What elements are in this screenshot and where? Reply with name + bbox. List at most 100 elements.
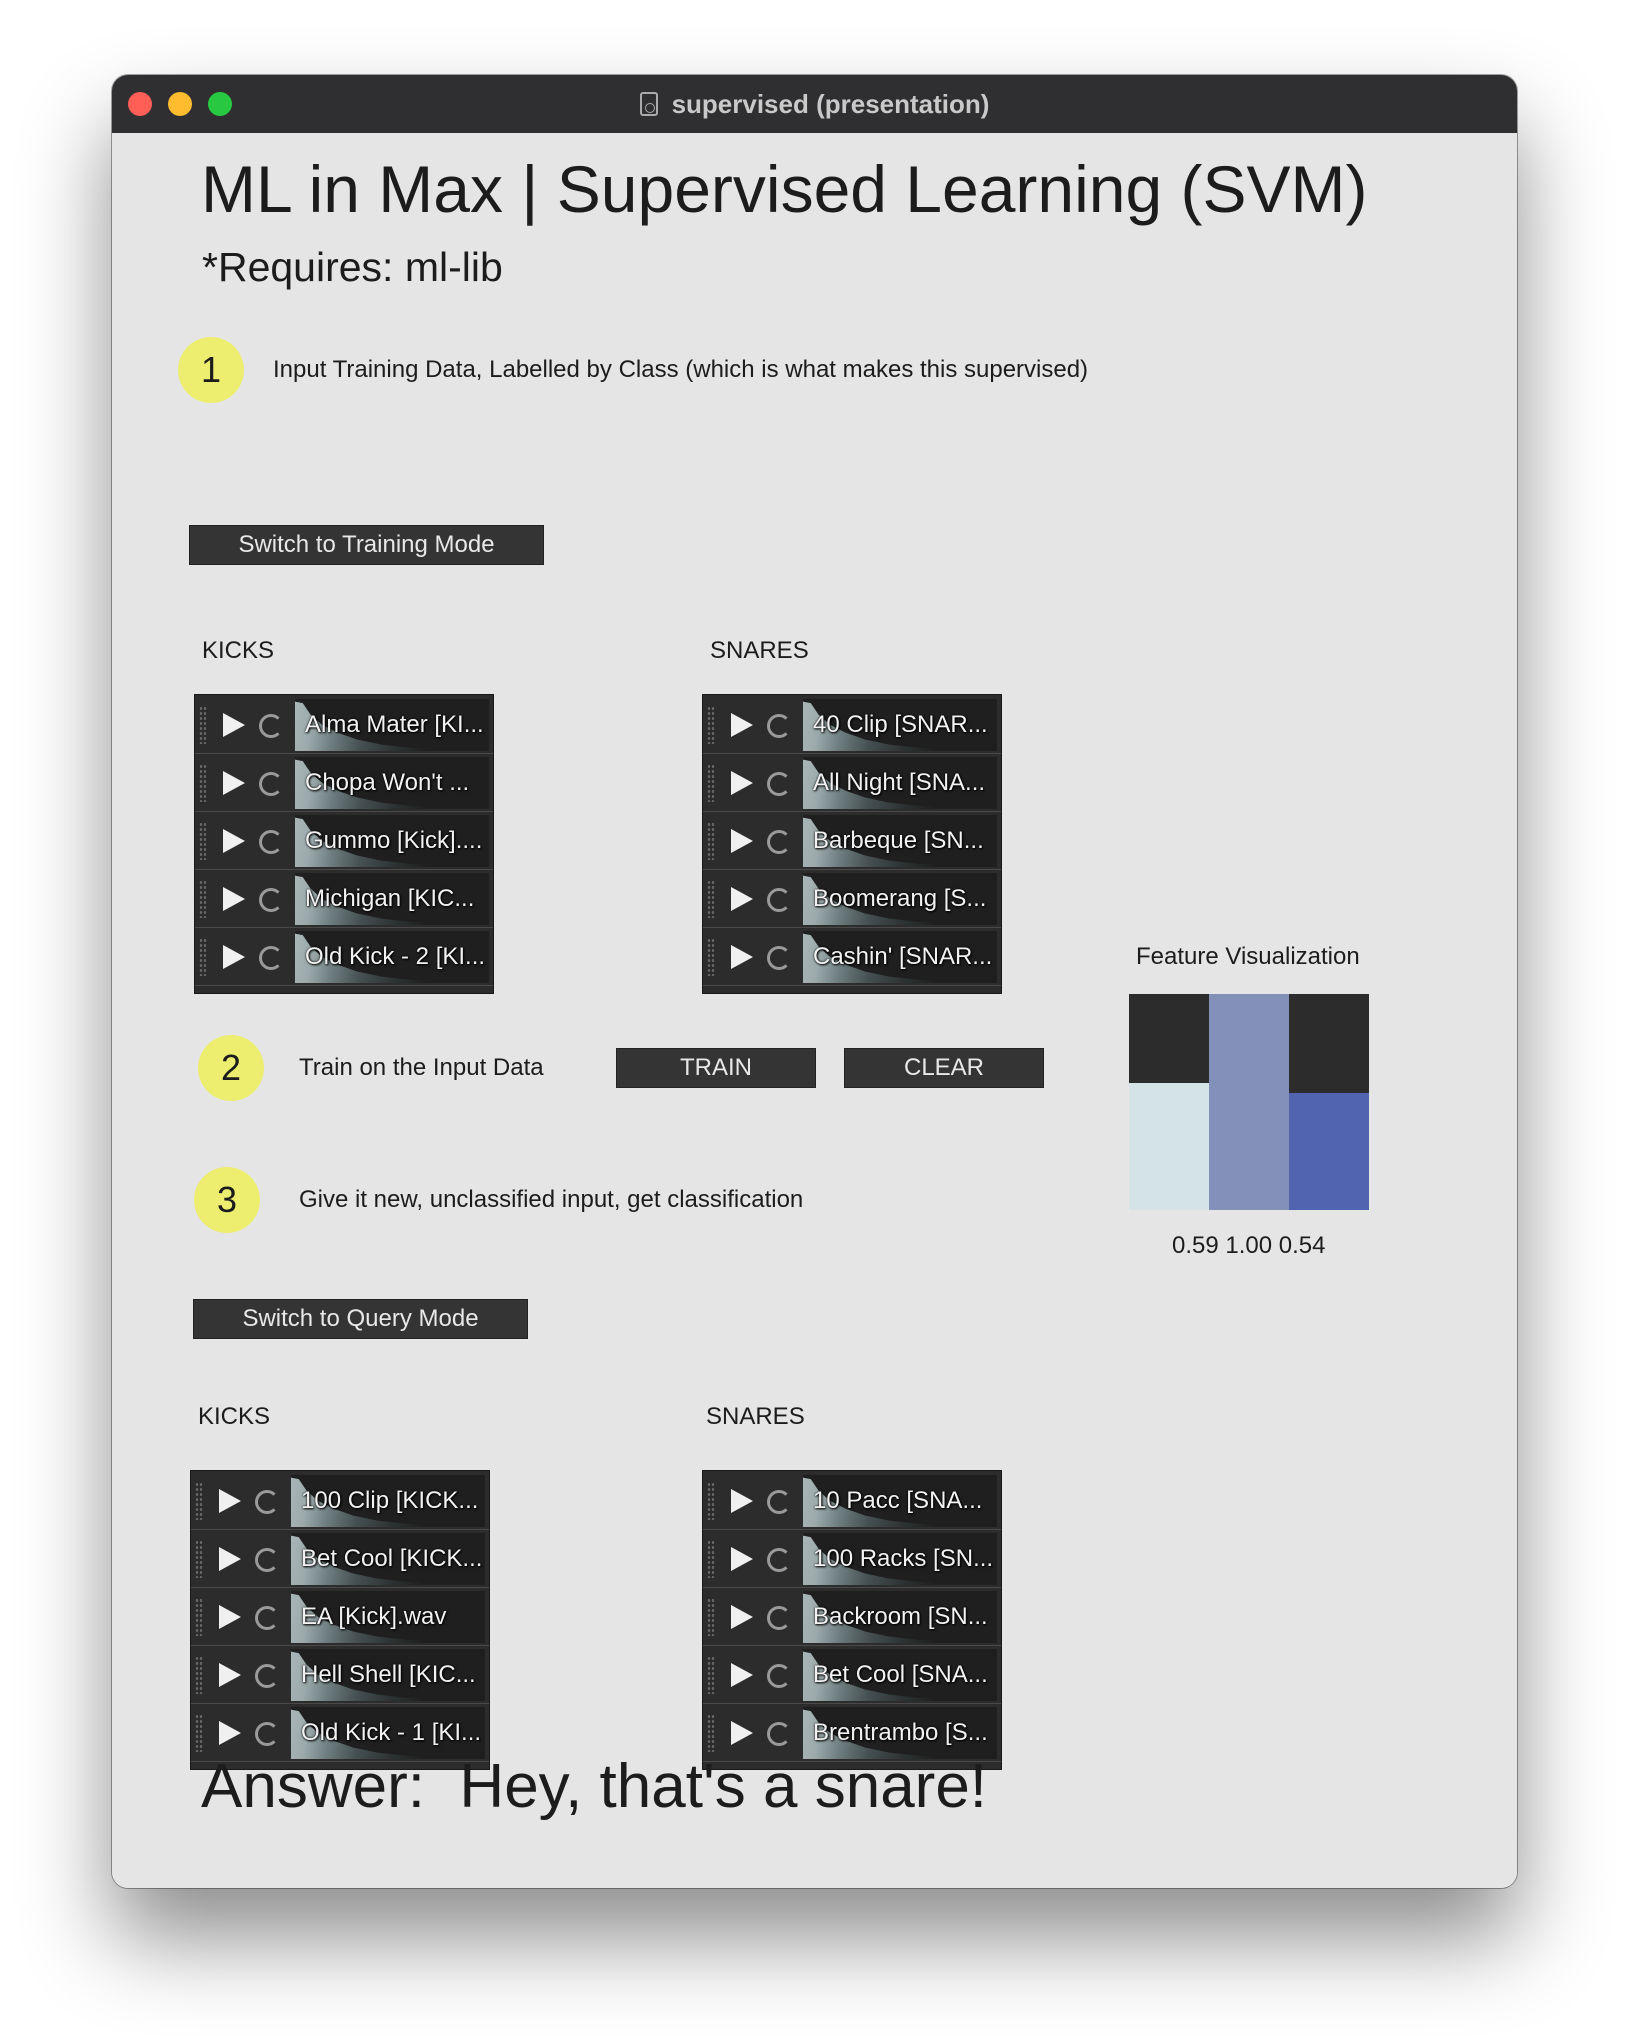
loop-icon[interactable]	[767, 830, 791, 854]
feature-slider-1[interactable]	[1129, 994, 1209, 1210]
audio-clip[interactable]: Alma Mater [KI...	[295, 699, 489, 751]
drag-grip-icon[interactable]	[195, 1656, 203, 1694]
drag-grip-icon[interactable]	[707, 1482, 715, 1520]
audio-clip[interactable]: 40 Clip [SNAR...	[803, 699, 997, 751]
loop-icon[interactable]	[767, 1490, 791, 1514]
audio-clip[interactable]: EA [Kick].wav	[291, 1591, 485, 1643]
play-icon[interactable]	[219, 1547, 241, 1571]
audio-clip[interactable]: All Night [SNA...	[803, 757, 997, 809]
audio-clip[interactable]: 100 Clip [KICK...	[291, 1475, 485, 1527]
loop-icon[interactable]	[767, 888, 791, 912]
loop-icon[interactable]	[767, 1548, 791, 1572]
drag-grip-icon[interactable]	[707, 880, 715, 918]
loop-icon[interactable]	[259, 830, 283, 854]
loop-icon[interactable]	[255, 1722, 279, 1746]
play-icon[interactable]	[731, 829, 753, 853]
play-icon[interactable]	[223, 713, 245, 737]
loop-icon[interactable]	[255, 1664, 279, 1688]
play-icon[interactable]	[731, 945, 753, 969]
loop-icon[interactable]	[255, 1548, 279, 1572]
switch-to-training-mode-button[interactable]: Switch to Training Mode	[189, 525, 544, 565]
loop-icon[interactable]	[767, 772, 791, 796]
training-kicks-player: Alma Mater [KI... Chopa Won't ... Gummo [K…	[194, 694, 494, 994]
loop-icon[interactable]	[767, 1606, 791, 1630]
drag-grip-icon[interactable]	[195, 1714, 203, 1752]
audio-clip[interactable]: Barbeque [SN...	[803, 815, 997, 867]
play-icon[interactable]	[731, 713, 753, 737]
clip-name: Michigan [KIC...	[305, 885, 475, 912]
title-bar: supervised (presentation)	[112, 75, 1517, 134]
drag-grip-icon[interactable]	[199, 764, 207, 802]
feature-visualization-multislider[interactable]	[1129, 994, 1369, 1210]
training-kicks-label: KICKS	[202, 637, 275, 664]
loop-icon[interactable]	[259, 888, 283, 912]
play-icon[interactable]	[223, 945, 245, 969]
drag-grip-icon[interactable]	[199, 880, 207, 918]
loop-icon[interactable]	[259, 714, 283, 738]
play-icon[interactable]	[223, 771, 245, 795]
switch-to-query-mode-button[interactable]: Switch to Query Mode	[193, 1299, 528, 1339]
drag-grip-icon[interactable]	[707, 1540, 715, 1578]
drag-grip-icon[interactable]	[199, 938, 207, 976]
audio-clip[interactable]: 100 Racks [SN...	[803, 1533, 997, 1585]
play-icon[interactable]	[731, 1721, 753, 1745]
play-icon[interactable]	[731, 1489, 753, 1513]
audio-clip[interactable]: Chopa Won't ...	[295, 757, 489, 809]
clip-name: Boomerang [S...	[813, 885, 987, 912]
play-icon[interactable]	[219, 1605, 241, 1629]
clip-name: Old Kick - 2 [KI...	[305, 943, 486, 970]
feature-slider-fill	[1209, 994, 1289, 1210]
drag-grip-icon[interactable]	[707, 938, 715, 976]
loop-icon[interactable]	[259, 772, 283, 796]
loop-icon[interactable]	[767, 1722, 791, 1746]
audio-clip[interactable]: Bet Cool [KICK...	[291, 1533, 485, 1585]
drag-grip-icon[interactable]	[707, 706, 715, 744]
audio-clip[interactable]: Boomerang [S...	[803, 873, 997, 925]
drag-grip-icon[interactable]	[195, 1598, 203, 1636]
training-snares-player: 40 Clip [SNAR... All Night [SNA... Barbequ…	[702, 694, 1002, 994]
audio-clip[interactable]: 10 Pacc [SNA...	[803, 1475, 997, 1527]
audio-clip[interactable]: Cashin' [SNAR...	[803, 931, 997, 983]
train-button[interactable]: TRAIN	[616, 1048, 816, 1088]
drag-grip-icon[interactable]	[707, 1598, 715, 1636]
drag-grip-icon[interactable]	[707, 1714, 715, 1752]
clear-button[interactable]: CLEAR	[844, 1048, 1044, 1088]
play-icon[interactable]	[223, 887, 245, 911]
drag-grip-icon[interactable]	[707, 1656, 715, 1694]
play-icon[interactable]	[219, 1489, 241, 1513]
audio-clip[interactable]: Hell Shell [KIC...	[291, 1649, 485, 1701]
loop-icon[interactable]	[255, 1490, 279, 1514]
loop-icon[interactable]	[767, 714, 791, 738]
feature-slider-3[interactable]	[1289, 994, 1369, 1210]
drag-grip-icon[interactable]	[195, 1540, 203, 1578]
play-icon[interactable]	[731, 1547, 753, 1571]
play-icon[interactable]	[223, 829, 245, 853]
step-2-badge: 2	[198, 1035, 264, 1101]
play-icon[interactable]	[219, 1663, 241, 1687]
drag-grip-icon[interactable]	[707, 822, 715, 860]
step-1-number: 1	[200, 349, 222, 390]
loop-icon[interactable]	[767, 1664, 791, 1688]
window-title-area: supervised (presentation)	[112, 75, 1517, 133]
play-icon[interactable]	[219, 1721, 241, 1745]
drag-grip-icon[interactable]	[199, 822, 207, 860]
loop-icon[interactable]	[767, 946, 791, 970]
clip-name: Alma Mater [KI...	[305, 711, 484, 738]
drag-grip-icon[interactable]	[707, 764, 715, 802]
audio-clip[interactable]: Bet Cool [SNA...	[803, 1649, 997, 1701]
play-icon[interactable]	[731, 771, 753, 795]
audio-clip[interactable]: Backroom [SN...	[803, 1591, 997, 1643]
audio-clip[interactable]: Old Kick - 2 [KI...	[295, 931, 489, 983]
clip-name: 100 Clip [KICK...	[301, 1487, 479, 1514]
play-icon[interactable]	[731, 887, 753, 911]
feature-slider-2[interactable]	[1209, 994, 1289, 1210]
audio-clip[interactable]: Michigan [KIC...	[295, 873, 489, 925]
play-icon[interactable]	[731, 1605, 753, 1629]
loop-icon[interactable]	[259, 946, 283, 970]
drag-grip-icon[interactable]	[199, 706, 207, 744]
drag-grip-icon[interactable]	[195, 1482, 203, 1520]
answer-label: Answer:	[201, 1752, 425, 1821]
play-icon[interactable]	[731, 1663, 753, 1687]
loop-icon[interactable]	[255, 1606, 279, 1630]
audio-clip[interactable]: Gummo [Kick]....	[295, 815, 489, 867]
